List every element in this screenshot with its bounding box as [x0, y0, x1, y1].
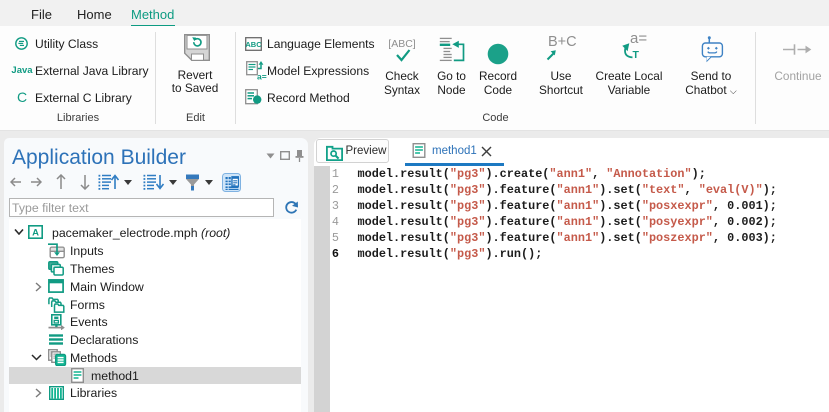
svg-text:T: T	[633, 49, 640, 61]
svg-text:a=: a=	[257, 71, 267, 80]
svg-text:A: A	[32, 228, 39, 239]
svg-text:ABC: ABC	[245, 40, 262, 49]
